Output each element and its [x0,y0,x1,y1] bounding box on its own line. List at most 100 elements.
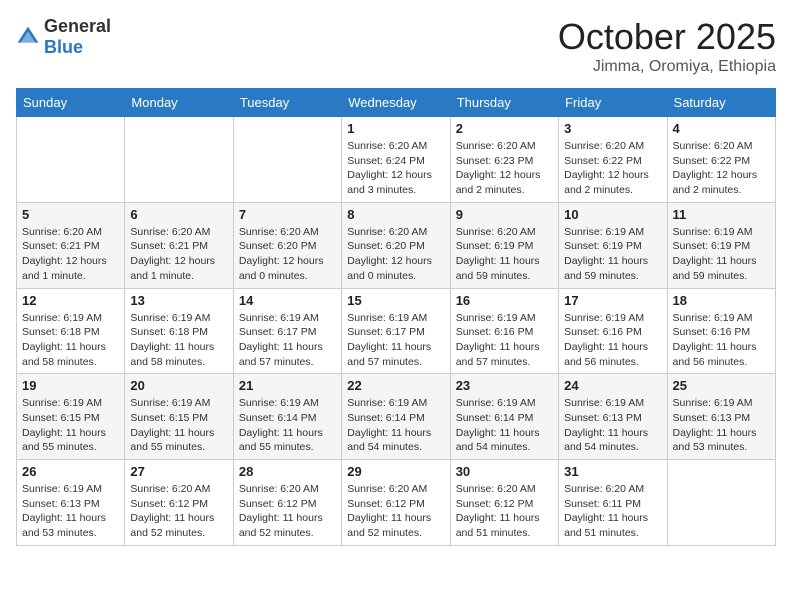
day-info: Sunrise: 6:19 AMSunset: 6:19 PMDaylight:… [673,225,770,284]
day-number: 20 [130,378,227,393]
calendar-cell: 14 Sunrise: 6:19 AMSunset: 6:17 PMDayligh… [233,288,341,374]
day-number: 23 [456,378,553,393]
weekday-header-row: SundayMondayTuesdayWednesdayThursdayFrid… [17,89,776,117]
day-number: 6 [130,207,227,222]
calendar-cell: 8Sunrise: 6:20 AMSunset: 6:20 PMDaylight… [342,202,450,288]
day-number: 1 [347,121,444,136]
day-number: 19 [22,378,119,393]
calendar-cell: 21 Sunrise: 6:19 AMSunset: 6:14 PMDayligh… [233,374,341,460]
calendar-cell: 27Sunrise: 6:20 AMSunset: 6:12 PMDayligh… [125,460,233,546]
day-number: 15 [347,293,444,308]
day-number: 7 [239,207,336,222]
day-info: Sunrise: 6:20 AMSunset: 6:21 PMDaylight:… [22,225,119,284]
calendar-cell: 30Sunrise: 6:20 AMSunset: 6:12 PMDayligh… [450,460,558,546]
calendar-cell: 13 Sunrise: 6:19 AMSunset: 6:18 PMDayligh… [125,288,233,374]
weekday-header-tuesday: Tuesday [233,89,341,117]
day-info: Sunrise: 6:19 AMSunset: 6:13 PMDaylight:… [22,482,119,541]
day-number: 10 [564,207,661,222]
day-info: Sunrise: 6:19 AMSunset: 6:15 PMDaylight:… [22,396,119,455]
calendar-cell: 31 Sunrise: 6:20 AMSunset: 6:11 PMDayligh… [559,460,667,546]
location-text: Jimma, Oromiya, Ethiopia [558,58,776,76]
calendar-cell [17,117,125,203]
weekday-header-monday: Monday [125,89,233,117]
day-info: Sunrise: 6:19 AMSunset: 6:18 PMDaylight:… [130,311,227,370]
day-info: Sunrise: 6:19 AMSunset: 6:15 PMDaylight:… [130,396,227,455]
week-row-5: 26 Sunrise: 6:19 AMSunset: 6:13 PMDayligh… [17,460,776,546]
calendar-cell: 22Sunrise: 6:19 AMSunset: 6:14 PMDayligh… [342,374,450,460]
day-info: Sunrise: 6:19 AMSunset: 6:17 PMDaylight:… [239,311,336,370]
logo: General Blue [16,16,111,58]
calendar-cell: 7 Sunrise: 6:20 AMSunset: 6:20 PMDaylight… [233,202,341,288]
day-number: 29 [347,464,444,479]
day-number: 30 [456,464,553,479]
logo-icon [16,25,40,49]
day-number: 25 [673,378,770,393]
title-block: October 2025 Jimma, Oromiya, Ethiopia [558,16,776,76]
calendar-cell: 1 Sunrise: 6:20 AMSunset: 6:24 PMDaylight… [342,117,450,203]
day-number: 28 [239,464,336,479]
weekday-header-wednesday: Wednesday [342,89,450,117]
day-number: 8 [347,207,444,222]
calendar-cell: 16 Sunrise: 6:19 AMSunset: 6:16 PMDayligh… [450,288,558,374]
day-info: Sunrise: 6:20 AMSunset: 6:22 PMDaylight:… [673,139,770,198]
day-info: Sunrise: 6:19 AMSunset: 6:14 PMDaylight:… [347,396,444,455]
logo-blue-text: Blue [44,37,83,57]
calendar-cell: 17Sunrise: 6:19 AMSunset: 6:16 PMDayligh… [559,288,667,374]
calendar-cell: 18 Sunrise: 6:19 AMSunset: 6:16 PMDayligh… [667,288,775,374]
day-number: 2 [456,121,553,136]
calendar-cell: 11 Sunrise: 6:19 AMSunset: 6:19 PMDayligh… [667,202,775,288]
day-number: 3 [564,121,661,136]
calendar-cell: 10 Sunrise: 6:19 AMSunset: 6:19 PMDayligh… [559,202,667,288]
day-number: 11 [673,207,770,222]
weekday-header-saturday: Saturday [667,89,775,117]
calendar-cell: 4 Sunrise: 6:20 AMSunset: 6:22 PMDaylight… [667,117,775,203]
day-info: Sunrise: 6:20 AMSunset: 6:22 PMDaylight:… [564,139,661,198]
calendar-cell [233,117,341,203]
calendar-cell: 6Sunrise: 6:20 AMSunset: 6:21 PMDaylight… [125,202,233,288]
calendar-cell: 20 Sunrise: 6:19 AMSunset: 6:15 PMDayligh… [125,374,233,460]
day-info: Sunrise: 6:20 AMSunset: 6:23 PMDaylight:… [456,139,553,198]
calendar-cell: 2 Sunrise: 6:20 AMSunset: 6:23 PMDaylight… [450,117,558,203]
day-info: Sunrise: 6:19 AMSunset: 6:16 PMDaylight:… [673,311,770,370]
day-info: Sunrise: 6:19 AMSunset: 6:16 PMDaylight:… [456,311,553,370]
day-info: Sunrise: 6:20 AMSunset: 6:19 PMDaylight:… [456,225,553,284]
week-row-2: 5Sunrise: 6:20 AMSunset: 6:21 PMDaylight… [17,202,776,288]
weekday-header-sunday: Sunday [17,89,125,117]
calendar-cell [125,117,233,203]
day-number: 13 [130,293,227,308]
day-info: Sunrise: 6:19 AMSunset: 6:17 PMDaylight:… [347,311,444,370]
week-row-4: 19 Sunrise: 6:19 AMSunset: 6:15 PMDayligh… [17,374,776,460]
day-info: Sunrise: 6:19 AMSunset: 6:14 PMDaylight:… [239,396,336,455]
calendar-cell: 5Sunrise: 6:20 AMSunset: 6:21 PMDaylight… [17,202,125,288]
weekday-header-friday: Friday [559,89,667,117]
day-info: Sunrise: 6:19 AMSunset: 6:13 PMDaylight:… [564,396,661,455]
day-info: Sunrise: 6:19 AMSunset: 6:19 PMDaylight:… [564,225,661,284]
calendar-cell [667,460,775,546]
calendar-cell: 3 Sunrise: 6:20 AMSunset: 6:22 PMDaylight… [559,117,667,203]
day-number: 4 [673,121,770,136]
day-info: Sunrise: 6:19 AMSunset: 6:16 PMDaylight:… [564,311,661,370]
day-number: 31 [564,464,661,479]
month-title: October 2025 [558,16,776,58]
day-number: 18 [673,293,770,308]
calendar-cell: 26 Sunrise: 6:19 AMSunset: 6:13 PMDayligh… [17,460,125,546]
day-info: Sunrise: 6:20 AMSunset: 6:20 PMDaylight:… [239,225,336,284]
calendar-cell: 15 Sunrise: 6:19 AMSunset: 6:17 PMDayligh… [342,288,450,374]
day-info: Sunrise: 6:20 AMSunset: 6:11 PMDaylight:… [564,482,661,541]
day-info: Sunrise: 6:19 AMSunset: 6:13 PMDaylight:… [673,396,770,455]
day-number: 14 [239,293,336,308]
calendar-table: SundayMondayTuesdayWednesdayThursdayFrid… [16,88,776,546]
calendar-cell: 28 Sunrise: 6:20 AMSunset: 6:12 PMDayligh… [233,460,341,546]
day-number: 16 [456,293,553,308]
calendar-cell: 24Sunrise: 6:19 AMSunset: 6:13 PMDayligh… [559,374,667,460]
day-info: Sunrise: 6:19 AMSunset: 6:14 PMDaylight:… [456,396,553,455]
week-row-3: 12Sunrise: 6:19 AMSunset: 6:18 PMDayligh… [17,288,776,374]
week-row-1: 1 Sunrise: 6:20 AMSunset: 6:24 PMDaylight… [17,117,776,203]
calendar-cell: 25 Sunrise: 6:19 AMSunset: 6:13 PMDayligh… [667,374,775,460]
day-info: Sunrise: 6:20 AMSunset: 6:24 PMDaylight:… [347,139,444,198]
day-number: 26 [22,464,119,479]
calendar-cell: 19 Sunrise: 6:19 AMSunset: 6:15 PMDayligh… [17,374,125,460]
day-info: Sunrise: 6:20 AMSunset: 6:12 PMDaylight:… [239,482,336,541]
day-info: Sunrise: 6:20 AMSunset: 6:12 PMDaylight:… [347,482,444,541]
day-number: 21 [239,378,336,393]
